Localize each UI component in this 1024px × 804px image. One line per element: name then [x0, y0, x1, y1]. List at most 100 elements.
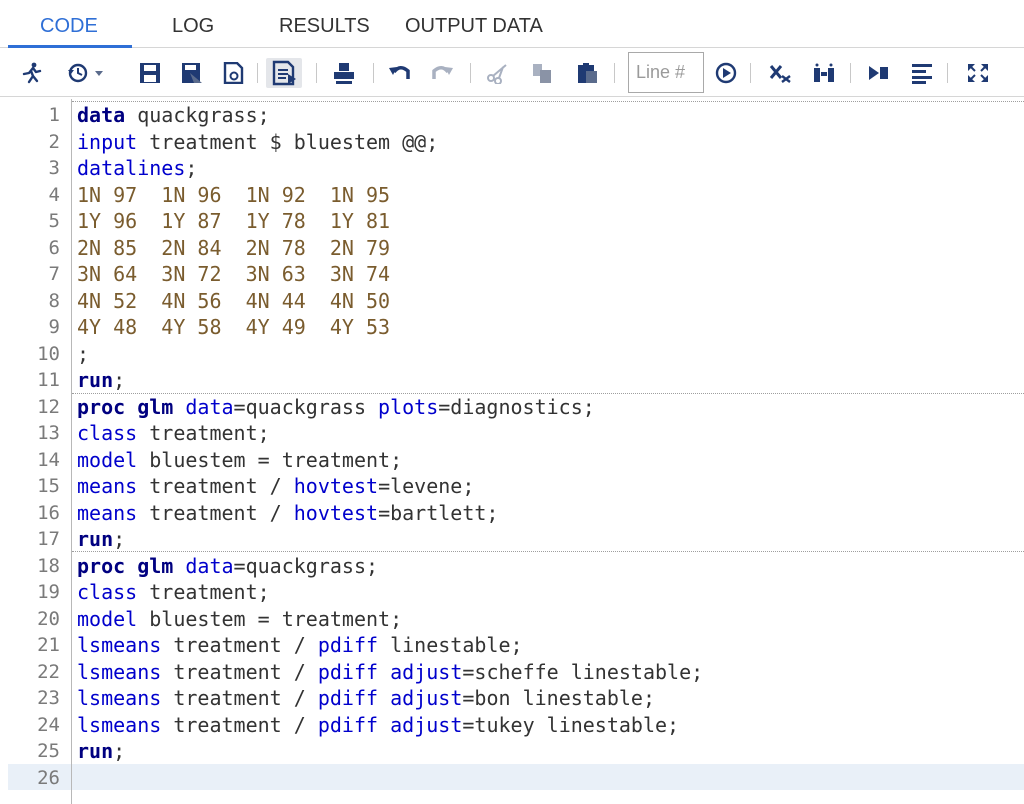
code-token: datalines — [77, 156, 186, 180]
save-icon[interactable] — [138, 62, 162, 84]
paste-icon[interactable] — [575, 62, 599, 84]
code-line[interactable]: proc glm data=quackgrass plots=diagnosti… — [77, 394, 595, 421]
code-token: class — [77, 421, 138, 445]
line-number: 16 — [37, 501, 60, 524]
submit-icon[interactable] — [866, 62, 890, 84]
code-token: adjust — [390, 659, 463, 684]
line-number: 26 — [37, 766, 60, 789]
code-token: 1N 97 1N 96 1N 92 1N 95 — [77, 182, 391, 207]
tab-output-data[interactable]: OUTPUT DATA — [405, 15, 543, 38]
clear-icon[interactable] — [768, 62, 792, 84]
code-token: bluestem = treatment; — [137, 606, 403, 631]
code-line[interactable]: 4N 52 4N 56 4N 44 4N 50 — [77, 288, 390, 315]
code-token: model — [77, 606, 138, 631]
code-token: treatment $ bluestem @@; — [137, 129, 439, 154]
line-number: 3 — [48, 157, 60, 179]
code-line[interactable]: 3N 64 3N 72 3N 63 3N 74 — [77, 261, 390, 288]
code-token: lsmeans — [77, 633, 162, 657]
code-line[interactable]: run; — [77, 738, 125, 765]
tab-log[interactable]: LOG — [172, 15, 214, 38]
copy-icon[interactable] — [530, 62, 554, 84]
code-line[interactable]: 1N 97 1N 96 1N 92 1N 95 — [77, 182, 390, 209]
code-token: adjust — [390, 712, 463, 737]
code-token: plots — [378, 394, 439, 419]
code-token: proc glm — [77, 553, 174, 578]
code-token: proc glm — [77, 394, 174, 419]
code-line[interactable]: input treatment $ bluestem @@; — [77, 129, 438, 156]
open-icon[interactable] — [222, 62, 246, 84]
code-token: pdiff — [317, 659, 379, 684]
code-line[interactable]: 1Y 96 1Y 87 1Y 78 1Y 81 — [77, 208, 390, 235]
code-token: means — [77, 500, 138, 525]
code-line[interactable]: lsmeans treatment / pdiff linestable; — [77, 632, 523, 659]
save-as-icon[interactable] — [180, 62, 204, 84]
line-number: 18 — [37, 554, 60, 577]
code-token: 1Y 96 1Y 87 1Y 78 1Y 81 — [77, 209, 391, 233]
code-line[interactable]: class treatment; — [77, 420, 270, 447]
line-number: 4 — [48, 183, 60, 206]
redo-icon[interactable] — [430, 62, 454, 84]
code-line[interactable]: run; — [77, 526, 125, 553]
code-line[interactable]: means treatment / hovtest=bartlett; — [77, 500, 498, 527]
line-number: 6 — [48, 236, 60, 259]
line-number: 20 — [37, 607, 60, 630]
code-token: run — [77, 739, 114, 763]
code-line[interactable]: lsmeans treatment / pdiff adjust=scheffe… — [77, 659, 703, 686]
code-line[interactable]: model bluestem = treatment; — [77, 447, 402, 474]
code-line[interactable]: lsmeans treatment / pdiff adjust=bon lin… — [77, 685, 655, 712]
code-token: =quackgrass — [233, 394, 379, 419]
code-line[interactable]: means treatment / hovtest=levene; — [77, 473, 474, 500]
code-token: 2N 85 2N 84 2N 78 2N 79 — [77, 235, 391, 260]
run-icon[interactable] — [20, 62, 44, 84]
code-line[interactable]: datalines; — [77, 155, 197, 182]
maximize-icon[interactable] — [966, 62, 990, 84]
code-token: treatment; — [137, 421, 270, 445]
code-token: run — [77, 368, 114, 392]
code-token: =bartlett; — [378, 500, 499, 525]
cut-icon[interactable] — [486, 62, 510, 84]
undo-icon[interactable] — [388, 62, 412, 84]
code-token: linestable; — [378, 633, 523, 657]
code-line[interactable]: lsmeans treatment / pdiff adjust=tukey l… — [77, 712, 679, 739]
code-token: treatment / — [161, 659, 318, 684]
code-token: hovtest — [293, 500, 379, 525]
code-token: lsmeans — [77, 686, 162, 710]
code-line[interactable]: 2N 85 2N 84 2N 78 2N 79 — [77, 235, 390, 262]
line-number: 8 — [48, 289, 60, 312]
code-token: =bon linestable; — [462, 686, 656, 710]
history-icon[interactable] — [66, 62, 106, 84]
code-line[interactable]: class treatment; — [77, 579, 270, 606]
line-number: 7 — [48, 263, 60, 285]
code-token: adjust — [390, 686, 463, 710]
toolbar-separator — [850, 63, 851, 83]
options-icon[interactable] — [910, 62, 934, 84]
code-line[interactable]: model bluestem = treatment; — [77, 606, 402, 633]
toolbar-separator — [316, 63, 317, 83]
print-icon[interactable] — [332, 62, 356, 84]
toolbar-separator — [470, 63, 471, 83]
code-token: input — [77, 129, 138, 154]
code-line[interactable]: proc glm data=quackgrass; — [77, 553, 378, 580]
code-line[interactable]: 4Y 48 4Y 58 4Y 49 4Y 53 — [77, 314, 390, 341]
tab-bar: CODE LOG RESULTS OUTPUT DATA — [0, 0, 1024, 48]
go-to-line-icon[interactable] — [714, 62, 738, 84]
tab-code[interactable]: CODE — [40, 15, 98, 38]
code-token: =diagnostics; — [438, 394, 595, 419]
line-number: 10 — [37, 342, 60, 365]
format-icon[interactable] — [266, 58, 302, 88]
line-number: 9 — [48, 316, 60, 338]
snippets-icon[interactable] — [812, 62, 836, 84]
line-number: 25 — [37, 740, 60, 762]
line-number: 2 — [48, 130, 60, 153]
code-line[interactable]: data quackgrass; — [77, 102, 270, 129]
tab-results[interactable]: RESULTS — [279, 15, 370, 38]
code-line[interactable]: run; — [77, 367, 125, 394]
code-token: 3N 64 3N 72 3N 63 3N 74 — [77, 262, 391, 286]
code-line[interactable]: ; — [77, 341, 89, 368]
go-to-line-input[interactable] — [628, 52, 704, 93]
code-token: treatment / — [161, 712, 318, 737]
code-editor[interactable]: 1 data quackgrass; 2 input treatment $ blue… — [0, 99, 1024, 804]
